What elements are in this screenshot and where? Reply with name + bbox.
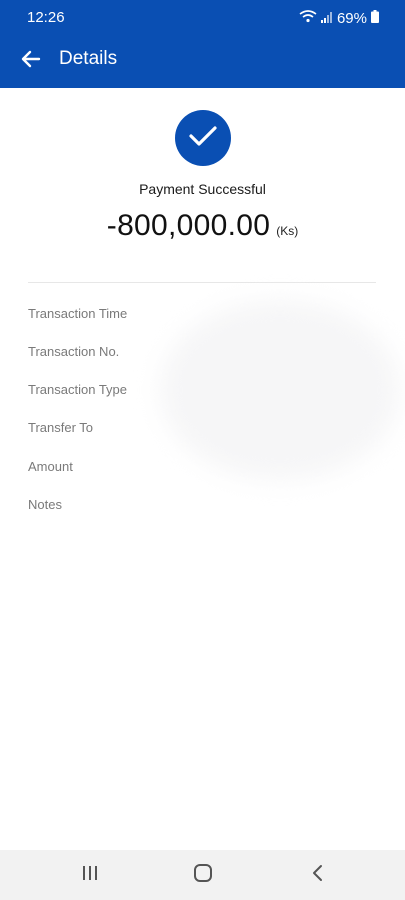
- app-bar: Details: [0, 36, 405, 88]
- back-icon: [310, 864, 324, 887]
- label-amount: Amount: [28, 459, 73, 474]
- status-bar: 12:26 69%: [0, 0, 405, 36]
- label-transaction-no: Transaction No.: [28, 344, 120, 359]
- page-title: Details: [59, 48, 118, 69]
- home-icon: [193, 863, 213, 888]
- recent-apps-button[interactable]: [73, 860, 107, 890]
- check-icon: [188, 124, 218, 153]
- battery-icon: [371, 9, 379, 27]
- divider: [28, 282, 376, 283]
- signal-icon: [320, 10, 333, 27]
- recent-apps-icon: [81, 865, 99, 886]
- amount-value: -800,000.00: [106, 209, 271, 242]
- back-button[interactable]: [14, 44, 48, 78]
- payment-status-text: Payment Successful: [139, 181, 266, 197]
- label-transaction-time: Transaction Time: [28, 306, 128, 321]
- success-badge: [175, 110, 231, 166]
- battery-percent: 69%: [336, 9, 367, 27]
- arrow-left-icon: [21, 50, 41, 73]
- label-transaction-type: Transaction Type: [28, 382, 127, 397]
- amount-currency: (Ks): [276, 224, 299, 238]
- label-notes: Notes: [28, 497, 62, 512]
- status-time: 12:26: [27, 9, 65, 26]
- redacted-area: [160, 300, 400, 480]
- status-icons: 69%: [299, 9, 379, 27]
- system-nav-bar: [0, 850, 405, 900]
- amount-row: -800,000.00 (Ks): [0, 209, 405, 243]
- home-button[interactable]: [186, 860, 220, 890]
- wifi-icon: [299, 9, 317, 27]
- label-transfer-to: Transfer To: [28, 420, 94, 435]
- nav-back-button[interactable]: [300, 860, 334, 890]
